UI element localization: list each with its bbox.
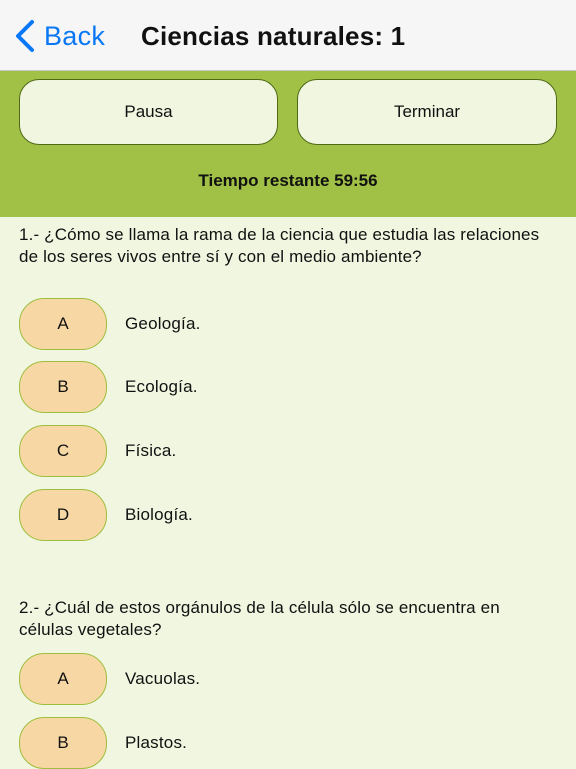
back-label: Back (44, 20, 106, 51)
answer-button[interactable]: C (19, 425, 107, 477)
finish-button[interactable]: Terminar (297, 79, 557, 145)
page-title: Ciencias naturales: 1 (141, 21, 406, 51)
navigation-bar: Back Ciencias naturales: 1 (0, 0, 576, 71)
quiz-toolbar: Pausa Terminar Tiempo restante 59:56 (0, 71, 576, 217)
answer-label: Plastos. (125, 733, 188, 752)
answer-button[interactable]: B (19, 717, 107, 769)
answer-label: Biología. (125, 505, 193, 524)
answer-button[interactable]: D (19, 489, 107, 541)
question-text: 2.- ¿Cuál de estos orgánulos de la célul… (19, 598, 500, 639)
answer-option: C Física. (19, 425, 176, 477)
answer-button[interactable]: B (19, 361, 107, 413)
answer-label: Física. (125, 441, 177, 460)
question-text: 1.- ¿Cómo se llama la rama de la ciencia… (19, 225, 540, 266)
answer-option: B Plastos. (19, 717, 187, 769)
answer-label: Vacuolas. (125, 669, 201, 688)
chevron-left-icon (14, 19, 36, 53)
answer-label: Geología. (125, 314, 201, 333)
back-button[interactable]: Back (14, 18, 105, 54)
pause-button[interactable]: Pausa (19, 79, 278, 145)
answer-label: Ecología. (125, 377, 198, 396)
answer-option: A Geología. (19, 298, 201, 350)
answer-option: A Vacuolas. (19, 653, 200, 705)
answer-button[interactable]: A (19, 298, 107, 350)
time-remaining: Tiempo restante 59:56 (198, 171, 378, 190)
answer-option: B Ecología. (19, 361, 198, 413)
answer-option: D Biología. (19, 489, 193, 541)
answer-button[interactable]: A (19, 653, 107, 705)
